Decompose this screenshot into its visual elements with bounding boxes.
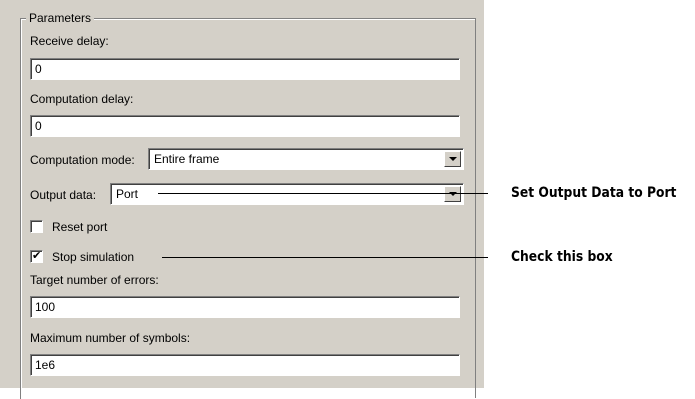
computation-mode-value: Entire frame: [154, 152, 220, 166]
reset-port-checkbox[interactable]: [30, 220, 43, 233]
checkmark-icon: ✔: [32, 249, 42, 262]
stop-simulation-callout-text: Check this box: [511, 249, 613, 265]
receive-delay-input[interactable]: 0: [30, 58, 460, 80]
reset-port-label: Reset port: [52, 220, 108, 234]
stop-simulation-checkbox[interactable]: ✔: [30, 249, 43, 263]
chevron-down-icon[interactable]: [444, 186, 461, 202]
parameters-group-label: Parameters: [26, 11, 95, 25]
max-symbols-input[interactable]: 1e6: [30, 354, 460, 376]
chevron-down-icon[interactable]: [444, 151, 461, 167]
output-data-callout-line: [158, 193, 488, 194]
stop-simulation-label: Stop simulation: [52, 250, 135, 264]
output-data-select[interactable]: Port: [110, 183, 464, 205]
max-symbols-label: Maximum number of symbols:: [30, 331, 191, 345]
computation-delay-input[interactable]: 0: [30, 115, 460, 137]
computation-mode-select[interactable]: Entire frame: [148, 148, 464, 170]
target-errors-label: Target number of errors:: [30, 273, 159, 287]
receive-delay-label: Receive delay:: [30, 34, 109, 48]
computation-mode-label: Computation mode:: [30, 153, 135, 167]
parameters-panel: Parameters Receive delay: 0 Computation …: [0, 0, 484, 399]
target-errors-input[interactable]: 100: [30, 296, 460, 318]
stop-simulation-callout-line: [162, 257, 488, 258]
output-data-callout-text: Set Output Data to Port: [511, 185, 677, 201]
group-frame-right-edge: [475, 18, 476, 398]
output-data-label: Output data:: [30, 188, 97, 202]
computation-delay-label: Computation delay:: [30, 92, 134, 106]
output-data-value: Port: [116, 187, 139, 201]
